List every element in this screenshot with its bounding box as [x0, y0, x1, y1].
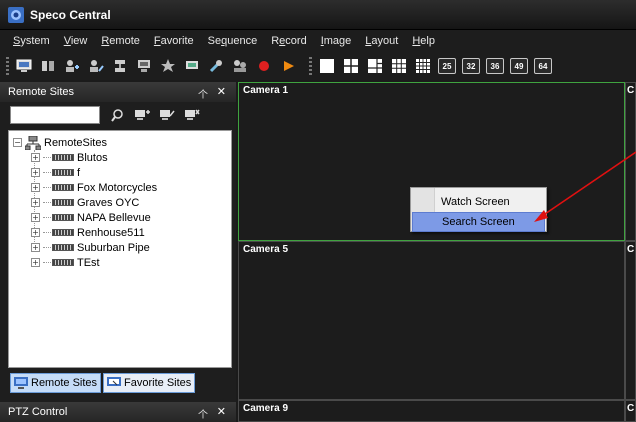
menu-sequence[interactable]: Sequence	[208, 35, 258, 47]
remote-sites-icon	[14, 377, 28, 389]
list-item[interactable]: + NAPA Bellevue	[31, 210, 151, 225]
menu-layout[interactable]: Layout	[365, 35, 398, 47]
layout-25-button[interactable]: 25	[438, 58, 456, 74]
list-item[interactable]: + Renhouse511	[31, 225, 145, 240]
toolbar: 25 32 36 49 64	[0, 52, 636, 80]
user-edit-icon[interactable]	[87, 57, 105, 75]
layout-6-icon[interactable]	[366, 57, 384, 75]
expand-icon[interactable]: +	[31, 168, 40, 177]
computer-icon[interactable]	[135, 57, 153, 75]
remote-sites-tree: − RemoteSites + Blutos + f + Fox Motorcy…	[8, 130, 232, 368]
layout-1-icon[interactable]	[318, 57, 336, 75]
star-icon[interactable]	[159, 57, 177, 75]
add-site-icon[interactable]	[134, 107, 150, 123]
site-icon	[52, 229, 74, 236]
expand-icon[interactable]: +	[31, 213, 40, 222]
ptz-pin-icon[interactable]: 个	[198, 406, 208, 421]
network-root-icon	[25, 135, 41, 150]
menu-view[interactable]: View	[64, 35, 88, 47]
site-icon	[52, 244, 74, 251]
expand-icon[interactable]: +	[31, 198, 40, 207]
menu-help[interactable]: Help	[412, 35, 435, 47]
pin-icon[interactable]: 个	[198, 86, 208, 101]
close-icon[interactable]: ✕	[217, 85, 226, 98]
device-icon[interactable]	[39, 57, 57, 75]
camera-10-label: C	[627, 403, 635, 414]
list-item[interactable]: + TEst	[31, 255, 100, 270]
site-icon	[52, 259, 74, 266]
menu-image[interactable]: Image	[321, 35, 352, 47]
monitor-icon[interactable]	[15, 57, 33, 75]
record-icon[interactable]	[255, 57, 273, 75]
remote-sites-title: Remote Sites	[8, 86, 75, 98]
expand-icon[interactable]: +	[31, 243, 40, 252]
menu-system[interactable]: System	[13, 35, 50, 47]
layout-32-button[interactable]: 32	[462, 58, 480, 74]
expand-icon[interactable]: +	[31, 228, 40, 237]
delete-site-icon[interactable]	[184, 107, 200, 123]
site-icon	[52, 169, 74, 176]
list-item[interactable]: + Blutos	[31, 150, 108, 165]
camera-1-label: Camera 1	[243, 85, 289, 96]
menu-favorite[interactable]: Favorite	[154, 35, 194, 47]
panel-tabs: Remote Sites Favorite Sites	[10, 373, 197, 393]
expand-icon[interactable]: +	[31, 153, 40, 162]
remote-sites-header: Remote Sites 个 ✕	[0, 82, 236, 102]
site-search-input[interactable]	[10, 106, 100, 124]
users-icon[interactable]	[231, 57, 249, 75]
play-icon[interactable]	[279, 57, 297, 75]
ptz-control-title: PTZ Control	[8, 406, 68, 418]
tree-root-label: RemoteSites	[44, 136, 107, 149]
network-icon[interactable]	[111, 57, 129, 75]
tree-root[interactable]: − RemoteSites	[13, 135, 107, 150]
expand-icon[interactable]: +	[31, 183, 40, 192]
tools-icon[interactable]	[207, 57, 225, 75]
edit-site-icon[interactable]	[159, 107, 175, 123]
remote-sites-panel: Remote Sites 个 ✕ − RemoteSites + Blutos …	[0, 82, 236, 422]
list-item[interactable]: + Suburban Pipe	[31, 240, 150, 255]
camera-9-view[interactable]: Camera 9	[238, 400, 625, 422]
list-item[interactable]: + f	[31, 165, 80, 180]
tab-favorite-sites[interactable]: Favorite Sites	[103, 373, 196, 393]
menu-remote[interactable]: Remote	[101, 35, 140, 47]
menu-record[interactable]: Record	[271, 35, 306, 47]
layout-64-button[interactable]: 64	[534, 58, 552, 74]
camera-5-label: Camera 5	[243, 244, 289, 255]
title-bar: Speco Central	[0, 0, 636, 30]
site-icon	[52, 154, 74, 161]
layout-16-icon[interactable]	[414, 57, 432, 75]
site-search-row	[0, 102, 236, 128]
annotation-arrow-icon	[534, 151, 636, 222]
site-icon	[52, 184, 74, 191]
camera-6-view[interactable]: C	[625, 241, 636, 400]
app-logo-icon	[8, 6, 24, 23]
collapse-icon[interactable]: −	[13, 138, 22, 147]
site-icon	[52, 199, 74, 206]
toolbar-grip[interactable]	[6, 57, 9, 75]
menu-bar: System View Remote Favorite Sequence Rec…	[0, 30, 636, 52]
site-icon	[52, 214, 74, 221]
display-icon[interactable]	[183, 57, 201, 75]
user-add-icon[interactable]	[63, 57, 81, 75]
expand-icon[interactable]: +	[31, 258, 40, 267]
tab-remote-sites[interactable]: Remote Sites	[10, 373, 102, 393]
window-title: Speco Central	[30, 7, 111, 22]
layout-49-button[interactable]: 49	[510, 58, 528, 74]
favorite-sites-icon	[107, 377, 122, 386]
layout-9-icon[interactable]	[390, 57, 408, 75]
search-icon[interactable]	[109, 107, 125, 123]
list-item[interactable]: + Fox Motorcycles	[31, 180, 157, 195]
ptz-close-icon[interactable]: ✕	[217, 405, 226, 418]
layout-4-icon[interactable]	[342, 57, 360, 75]
camera-5-view[interactable]: Camera 5	[238, 241, 625, 400]
camera-6-label: C	[627, 244, 635, 255]
layout-36-button[interactable]: 36	[486, 58, 504, 74]
list-item[interactable]: + Graves OYC	[31, 195, 139, 210]
camera-10-view[interactable]: C	[625, 400, 636, 422]
camera-2-label: C	[627, 85, 635, 96]
camera-9-label: Camera 9	[243, 403, 289, 414]
ptz-control-header: PTZ Control 个 ✕	[0, 402, 236, 422]
toolbar-grip-2[interactable]	[309, 57, 312, 75]
